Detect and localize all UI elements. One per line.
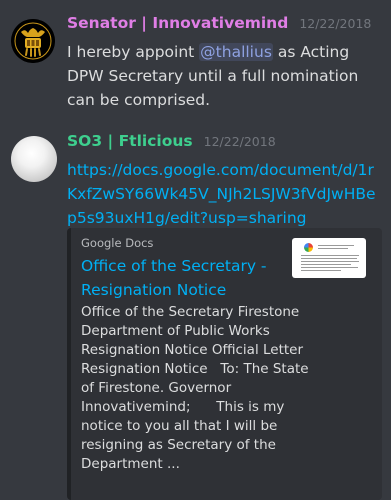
- message-2: SO3 | Ftlicious 12/22/2018 https://docs.…: [0, 132, 391, 500]
- embed-title-link[interactable]: Office of the Secretary - Resignation No…: [81, 254, 281, 302]
- message-text-before: I hereby appoint: [67, 43, 200, 61]
- document-link[interactable]: https://docs.google.com/document/d/1rKxf…: [67, 158, 383, 230]
- username[interactable]: SO3 | Ftlicious: [67, 132, 193, 150]
- thumbnail-text-line: [318, 248, 348, 249]
- embed-description: Office of the Secretary Firestone Depart…: [81, 304, 316, 472]
- thumbnail-text-line: [301, 264, 351, 265]
- message-1: Senator | Innovativemind 12/22/2018 I he…: [0, 14, 391, 114]
- thumbnail-text-line: [301, 261, 359, 262]
- seal-icon: [11, 19, 55, 63]
- avatar[interactable]: [11, 19, 55, 63]
- sphere-icon[interactable]: [11, 136, 57, 182]
- thumbnail-text-line: [301, 258, 357, 259]
- google-docs-logo-icon: [304, 243, 313, 252]
- user-mention[interactable]: @thallius: [199, 43, 273, 61]
- document-thumbnail-icon[interactable]: [292, 238, 366, 278]
- link-embed: Google Docs Office of the Secretary - Re…: [67, 228, 382, 500]
- thumbnail-text-line: [301, 267, 358, 268]
- message-header: Senator | Innovativemind 12/22/2018: [67, 14, 383, 38]
- thumbnail-text-line: [318, 245, 354, 246]
- thumbnail-text-line: [301, 255, 359, 256]
- timestamp: 12/22/2018: [203, 134, 276, 149]
- message-header: SO3 | Ftlicious 12/22/2018: [67, 132, 383, 156]
- embed-provider: Google Docs: [81, 236, 154, 250]
- timestamp: 12/22/2018: [299, 16, 372, 31]
- username[interactable]: Senator | Innovativemind: [67, 14, 288, 32]
- thumbnail-text-line: [301, 270, 341, 271]
- message-text: I hereby appoint @thallius as Acting DPW…: [67, 40, 383, 112]
